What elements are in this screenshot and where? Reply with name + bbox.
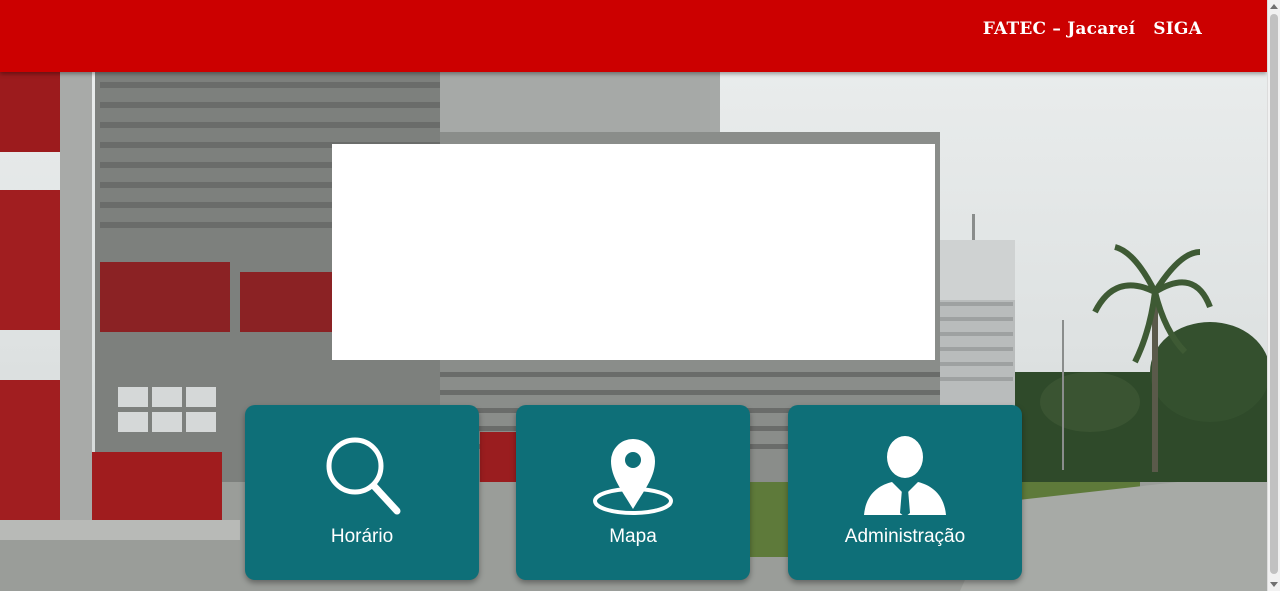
scroll-up-arrow-icon[interactable]: [1270, 4, 1278, 9]
content-card: [332, 144, 935, 360]
scroll-thumb[interactable]: [1270, 14, 1278, 574]
tile-horario[interactable]: Horário: [245, 405, 479, 580]
person-icon: [862, 433, 948, 522]
nav-link-siga[interactable]: SIGA: [1153, 19, 1202, 39]
tile-administracao[interactable]: Administração: [788, 405, 1022, 580]
tile-mapa[interactable]: Mapa: [516, 405, 750, 580]
nav-link-fatec-jacarei[interactable]: FATEC – Jacareí: [983, 19, 1135, 39]
search-icon: [322, 433, 402, 520]
top-navbar: FATEC – Jacareí SIGA: [0, 0, 1267, 72]
map-pin-icon: [591, 433, 675, 522]
vertical-scrollbar[interactable]: [1267, 0, 1280, 591]
scroll-down-arrow-icon[interactable]: [1270, 582, 1278, 587]
nav-links: FATEC – Jacareí SIGA: [983, 19, 1202, 39]
tile-mapa-label: Mapa: [609, 526, 657, 547]
tile-horario-label: Horário: [330, 526, 394, 547]
tile-administracao-label: Administração: [844, 526, 966, 547]
